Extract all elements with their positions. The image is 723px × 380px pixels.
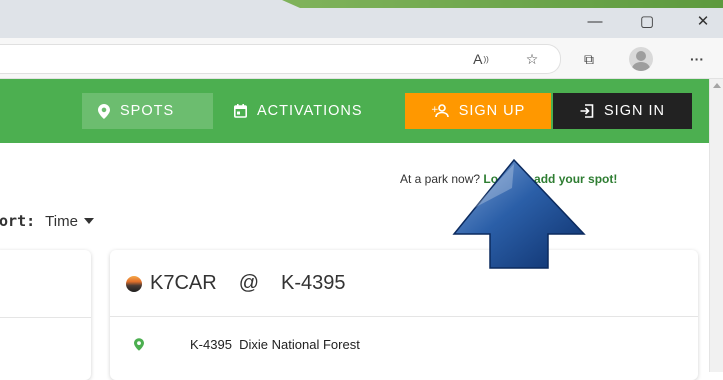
sort-value: Time <box>45 212 78 230</box>
read-aloud-icon[interactable]: A)) <box>470 48 492 70</box>
spot-card: K7CAR @ K-4395 K-4395 Dixie National For… <box>110 250 698 380</box>
profile-avatar[interactable] <box>629 47 653 71</box>
chevron-down-icon <box>83 218 94 224</box>
sign-in-button[interactable]: SIGN IN <box>553 93 692 129</box>
browser-tab-edge[interactable] <box>282 0 723 8</box>
park-name[interactable]: K-4395 Dixie National Forest <box>190 337 360 352</box>
activations-nav-button[interactable]: ACTIVATIONS <box>218 93 398 129</box>
favorites-icon[interactable]: ☆ <box>521 48 543 70</box>
map-pin-icon <box>98 103 110 119</box>
close-icon[interactable]: ✕ <box>688 10 718 32</box>
minimize-icon[interactable]: — <box>580 10 610 32</box>
card-divider <box>0 317 91 318</box>
at-symbol: @ <box>238 272 260 294</box>
scroll-up-arrow-icon[interactable] <box>713 83 721 88</box>
activations-label: ACTIVATIONS <box>257 103 363 119</box>
sort-control: Sort: Time <box>0 212 94 230</box>
map-pin-icon <box>134 338 144 351</box>
more-menu-icon[interactable]: ··· <box>686 48 708 70</box>
sign-up-button[interactable]: + SIGN UP <box>405 93 551 129</box>
park-row: K-4395 Dixie National Forest <box>134 337 360 352</box>
up-arrow-icon <box>452 158 586 269</box>
spots-nav-button[interactable]: SPOTS <box>82 93 213 129</box>
collections-icon[interactable]: ⧉ <box>578 48 600 70</box>
maximize-icon[interactable]: ▢ <box>632 10 662 32</box>
spots-label: SPOTS <box>120 103 175 119</box>
browser-toolbar: A)) ☆ ⧉ ··· <box>0 38 723 79</box>
spot-card-title: K7CAR @ K-4395 <box>126 272 346 295</box>
calendar-icon <box>234 104 247 118</box>
login-icon <box>580 104 594 118</box>
card-divider <box>110 316 698 317</box>
add-user-icon: + <box>431 104 449 118</box>
spot-card-previous <box>0 250 91 380</box>
sign-in-label: SIGN IN <box>604 103 665 119</box>
spot-park-ref[interactable]: K-4395 <box>281 272 346 295</box>
site-header: SPOTS ACTIVATIONS + SIGN UP SIGN IN <box>0 79 709 143</box>
page-scrollbar[interactable] <box>709 79 723 372</box>
sort-label: Sort: <box>0 212 36 230</box>
sort-dropdown[interactable]: Time <box>45 213 94 230</box>
sign-up-label: SIGN UP <box>458 103 526 119</box>
browser-title-bar: — ▢ ✕ <box>0 0 723 38</box>
spot-callsign[interactable]: K7CAR <box>150 272 217 295</box>
activator-avatar <box>126 275 142 292</box>
